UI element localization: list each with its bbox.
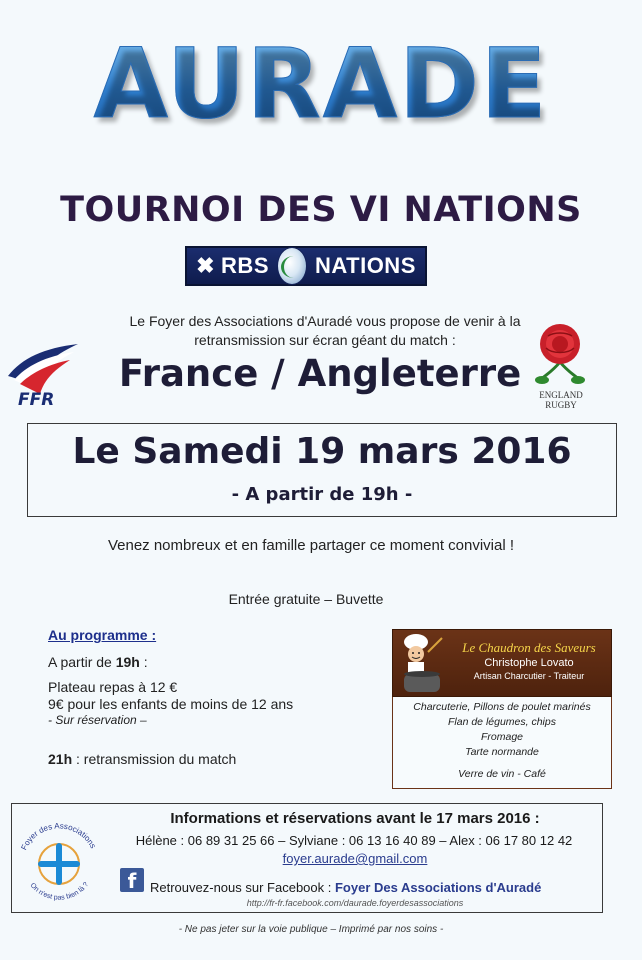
rbs-left-text: RBS bbox=[221, 253, 269, 278]
program-reservation-note: - Sur réservation – bbox=[48, 713, 147, 727]
facebook-url-link[interactable]: http://fr-fr.facebook.com/daurade.foyerd… bbox=[110, 898, 600, 908]
caterer-name: Christophe Lovato bbox=[484, 657, 574, 669]
program-start-time: 19h bbox=[115, 654, 140, 670]
england-line-1: ENGLAND bbox=[539, 390, 583, 400]
program-start-suffix: : bbox=[139, 654, 148, 670]
convivial-text: Venez nombreux et en famille partager ce… bbox=[107, 537, 515, 554]
event-start-time: - A partir de 19h - bbox=[231, 484, 413, 505]
program-title: Au programme : bbox=[48, 627, 157, 643]
ffr-label: FFR bbox=[18, 390, 55, 410]
menu-item: Tarte normande bbox=[465, 746, 539, 758]
program-match-time: 21h bbox=[48, 751, 73, 767]
rugby-ball-icon bbox=[277, 247, 307, 285]
caterer-role: Artisan Charcutier - Traiteur bbox=[473, 671, 585, 681]
entry-info: Entrée gratuite – Buvette bbox=[228, 591, 384, 607]
footer-note: - Ne pas jeter sur la voie publique – Im… bbox=[178, 924, 444, 935]
england-line-2: RUGBY bbox=[545, 400, 577, 410]
program-start-prefix: A partir de bbox=[48, 654, 116, 670]
contact-phones: Hélène : 06 89 31 25 66 – Sylviane : 06 … bbox=[135, 833, 573, 848]
rbs-right-text: NATIONS bbox=[315, 253, 416, 278]
england-rugby-label: ENGLAND RUGBY bbox=[528, 390, 594, 410]
menu-item: Charcuterie, Pillons de poulet marinés bbox=[413, 701, 591, 713]
foyer-logo-icon: Foyer des Associations On n'est pas bien… bbox=[19, 821, 97, 901]
chef-icon bbox=[404, 634, 443, 692]
program-children-price: 9€ pour les enfants de moins de 12 ans bbox=[48, 696, 294, 712]
info-title: Informations et réservations avant le 17… bbox=[170, 810, 540, 827]
rbs-mark-icon: ✖ bbox=[196, 253, 216, 278]
intro-text: Le Foyer des Associations d'Auradé vous … bbox=[60, 312, 590, 350]
program-start-line: A partir de 19h : bbox=[48, 654, 148, 670]
program-plateau: Plateau repas à 12 € bbox=[48, 679, 178, 695]
intro-line-1: Le Foyer des Associations d'Auradé vous … bbox=[129, 313, 521, 329]
facebook-icon: f bbox=[120, 868, 144, 893]
intro-line-2: retransmission sur écran géant du match … bbox=[194, 332, 456, 348]
menu-item: Flan de légumes, chips bbox=[448, 716, 556, 728]
tournament-subtitle: TOURNOI DES VI NATIONS bbox=[60, 190, 582, 230]
facebook-prefix: Retrouvez-nous sur Facebook : bbox=[150, 880, 335, 895]
program-match-line: 21h : retransmission du match bbox=[48, 751, 236, 767]
contact-email-link[interactable]: foyer.aurade@gmail.com bbox=[110, 851, 600, 866]
poster-title: AURADE bbox=[0, 28, 642, 141]
menu-item: Verre de vin - Café bbox=[458, 768, 546, 780]
match-title: France / Angleterre bbox=[118, 352, 522, 395]
caterer-title: Le Chaudron des Saveurs bbox=[462, 640, 596, 655]
menu-item: Fromage bbox=[480, 731, 523, 743]
event-date: Le Samedi 19 mars 2016 bbox=[72, 431, 572, 472]
facebook-page-name[interactable]: Foyer Des Associations d'Auradé bbox=[335, 880, 541, 895]
facebook-line: Retrouvez-nous sur Facebook : Foyer Des … bbox=[150, 880, 541, 895]
england-rose-icon bbox=[535, 324, 585, 384]
rbs-six-nations-logo: ✖ RBS NATIONS bbox=[185, 246, 427, 286]
program-match-text: : retransmission du match bbox=[72, 751, 237, 767]
